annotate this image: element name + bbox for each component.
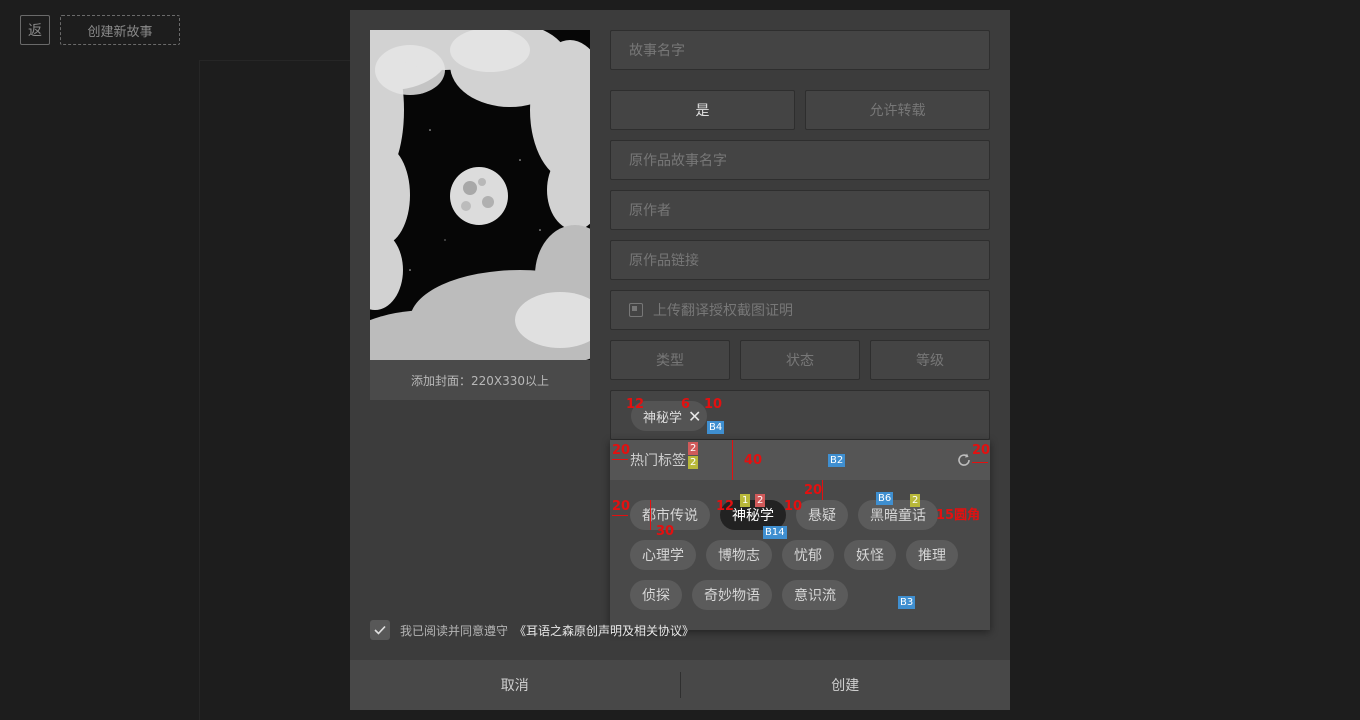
tag-item[interactable]: 忧郁	[782, 540, 834, 570]
original-author-input[interactable]: 原作者	[610, 190, 990, 230]
style-badge: 2	[688, 442, 699, 455]
spacing-annotation: 20	[972, 443, 991, 458]
spacing-line	[650, 500, 651, 530]
spacing-annotation: 12	[716, 499, 735, 514]
check-icon	[374, 625, 386, 635]
spacing-annotation: 30	[656, 524, 675, 539]
spacing-annotation: 6	[681, 397, 691, 412]
create-button[interactable]: 创建	[681, 660, 1011, 710]
style-badge: 1	[740, 494, 751, 507]
agreement-row: 我已阅读并同意遵守 《耳语之森原创声明及相关协议》	[370, 620, 694, 640]
spacing-line	[732, 440, 733, 480]
spacing-annotation: 20	[612, 443, 631, 458]
dropdown-title: 热门标签	[630, 453, 686, 469]
spacing-annotation: 40	[744, 453, 763, 468]
style-badge: B4	[707, 421, 725, 434]
selected-tag-label: 神秘学	[643, 410, 683, 426]
agreement-link[interactable]: 《耳语之森原创声明及相关协议》	[514, 622, 694, 639]
back-button[interactable]: 返	[20, 15, 50, 45]
level-select[interactable]: 等级	[870, 340, 990, 380]
tag-item[interactable]: 黑暗童话	[858, 500, 938, 530]
cover-art	[370, 30, 590, 360]
tag-item[interactable]: 意识流	[782, 580, 848, 610]
spacing-line	[972, 462, 988, 463]
spacing-annotation: 20	[612, 499, 631, 514]
status-select[interactable]: 状态	[740, 340, 860, 380]
tag-item[interactable]: 奇妙物语	[692, 580, 772, 610]
tag-input[interactable]: 神秘学 ✕	[610, 390, 990, 440]
agreement-text: 我已阅读并同意遵守	[400, 623, 509, 638]
radius-annotation: 15圆角	[936, 508, 981, 523]
spacing-line	[822, 480, 823, 500]
spacing-line	[612, 515, 628, 516]
upload-proof-label: 上传翻译授权截图证明	[653, 303, 793, 319]
spacing-annotation: 12	[626, 397, 645, 412]
style-badge: B2	[828, 454, 846, 467]
original-link-input[interactable]: 原作品链接	[610, 240, 990, 280]
spacing-line	[612, 459, 628, 460]
tag-item[interactable]: 博物志	[706, 540, 772, 570]
tag-item[interactable]: 悬疑	[796, 500, 848, 530]
agree-checkbox[interactable]	[370, 620, 390, 640]
tag-item[interactable]: 侦探	[630, 580, 682, 610]
create-story-button[interactable]: 创建新故事	[60, 15, 180, 45]
spacing-annotation: 20	[804, 483, 823, 498]
cover-caption[interactable]: 添加封面：220X330以上	[370, 360, 590, 400]
story-name-input[interactable]: 故事名字	[610, 30, 990, 70]
cover-image[interactable]	[370, 30, 590, 360]
style-badge: 2	[755, 494, 766, 507]
spacing-annotation: 10	[704, 397, 723, 412]
dropdown-header: 热门标签	[610, 440, 990, 480]
type-select[interactable]: 类型	[610, 340, 730, 380]
tag-item[interactable]: 心理学	[630, 540, 696, 570]
dialog-footer: 取消 创建	[350, 660, 1010, 710]
style-badge: B6	[876, 492, 894, 505]
tag-item[interactable]: 妖怪	[844, 540, 896, 570]
repost-select[interactable]: 是	[610, 90, 795, 130]
image-upload-icon	[629, 303, 643, 317]
style-badge: B3	[898, 596, 916, 609]
refresh-icon[interactable]	[956, 452, 972, 468]
divider	[199, 60, 200, 720]
allow-repost-select[interactable]: 允许转载	[805, 90, 990, 130]
spacing-annotation: 10	[784, 499, 803, 514]
style-badge: 2	[910, 494, 921, 507]
upload-proof-button[interactable]: 上传翻译授权截图证明	[610, 290, 990, 330]
cancel-button[interactable]: 取消	[350, 660, 680, 710]
tag-item[interactable]: 推理	[906, 540, 958, 570]
style-badge: B14	[763, 526, 787, 539]
style-badge: 2	[688, 456, 699, 469]
divider	[200, 60, 350, 61]
original-story-name-input[interactable]: 原作品故事名字	[610, 140, 990, 180]
